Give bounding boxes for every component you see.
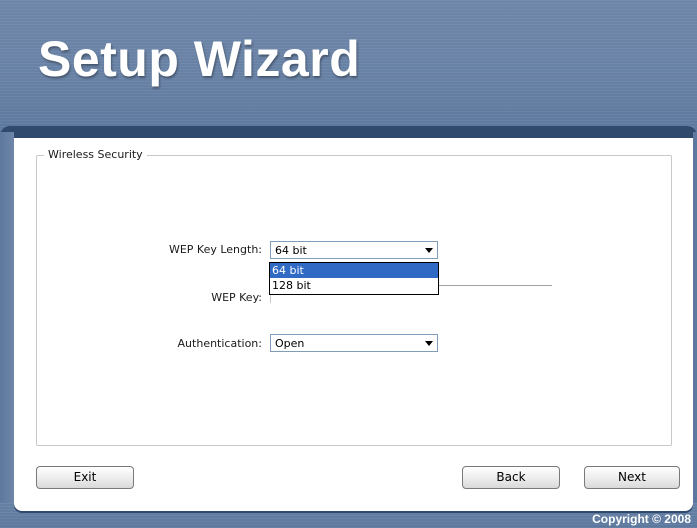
back-button[interactable]: Back xyxy=(462,466,560,489)
wep-key-length-value: 64 bit xyxy=(275,244,307,257)
option-64-bit[interactable]: 64 bit xyxy=(270,263,438,278)
next-button[interactable]: Next xyxy=(584,466,680,489)
header-banner: Setup Wizard xyxy=(0,0,697,132)
footer-edge xyxy=(14,501,693,511)
group-legend: Wireless Security xyxy=(44,148,147,161)
authentication-label: Authentication: xyxy=(177,337,262,350)
page-title: Setup Wizard xyxy=(38,31,361,87)
authentication-value: Open xyxy=(275,337,305,350)
footer-bar: Copyright © 2008 xyxy=(0,501,697,528)
exit-button[interactable]: Exit xyxy=(36,466,134,489)
copyright-text: Copyright © 2008 xyxy=(592,512,691,526)
setup-wizard-window: Setup Wizard Wireless Security WEP Key L… xyxy=(0,0,697,528)
wep-key-label: WEP Key: xyxy=(211,291,262,304)
chevron-down-icon[interactable] xyxy=(425,341,433,346)
wep-key-length-label: WEP Key Length: xyxy=(168,243,262,256)
header-divider xyxy=(0,126,697,138)
wep-key-length-dropdown: 64 bit 128 bit xyxy=(269,262,439,295)
option-128-bit[interactable]: 128 bit xyxy=(270,278,438,293)
chevron-down-icon[interactable] xyxy=(425,248,433,253)
wep-key-length-select[interactable]: 64 bit xyxy=(270,241,438,259)
right-frame xyxy=(693,132,697,512)
authentication-select[interactable]: Open xyxy=(270,334,438,352)
left-frame xyxy=(0,132,14,512)
